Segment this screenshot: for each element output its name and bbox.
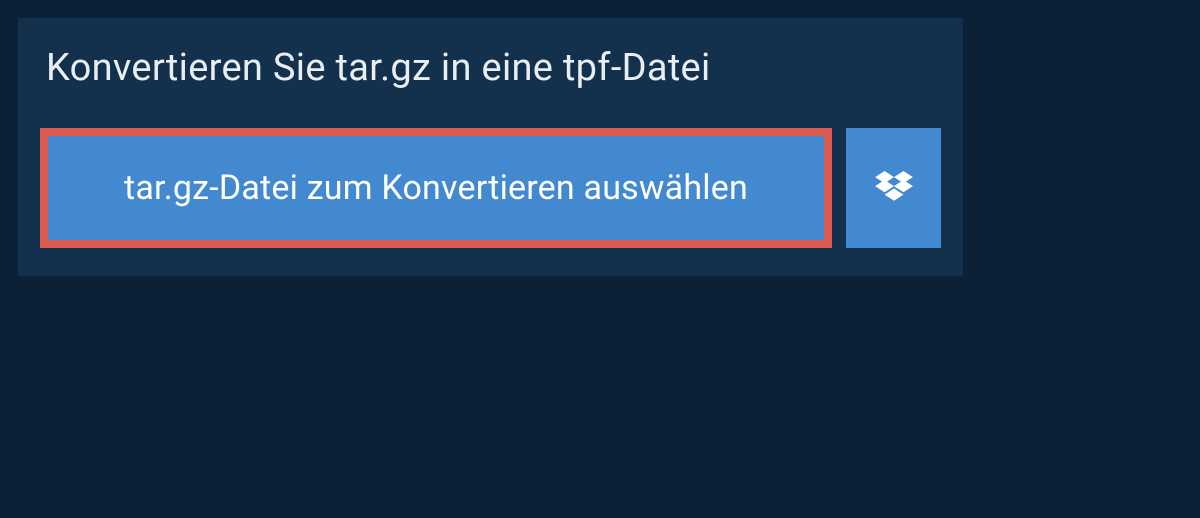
page-title: Konvertieren Sie tar.gz in eine tpf-Date… (18, 18, 963, 128)
dropbox-button[interactable] (846, 128, 941, 248)
select-file-label: tar.gz-Datei zum Konvertieren auswählen (124, 168, 748, 208)
converter-panel: Konvertieren Sie tar.gz in eine tpf-Date… (18, 18, 963, 276)
button-row: tar.gz-Datei zum Konvertieren auswählen (18, 128, 963, 256)
dropbox-icon (875, 171, 913, 205)
select-file-button[interactable]: tar.gz-Datei zum Konvertieren auswählen (40, 128, 832, 248)
